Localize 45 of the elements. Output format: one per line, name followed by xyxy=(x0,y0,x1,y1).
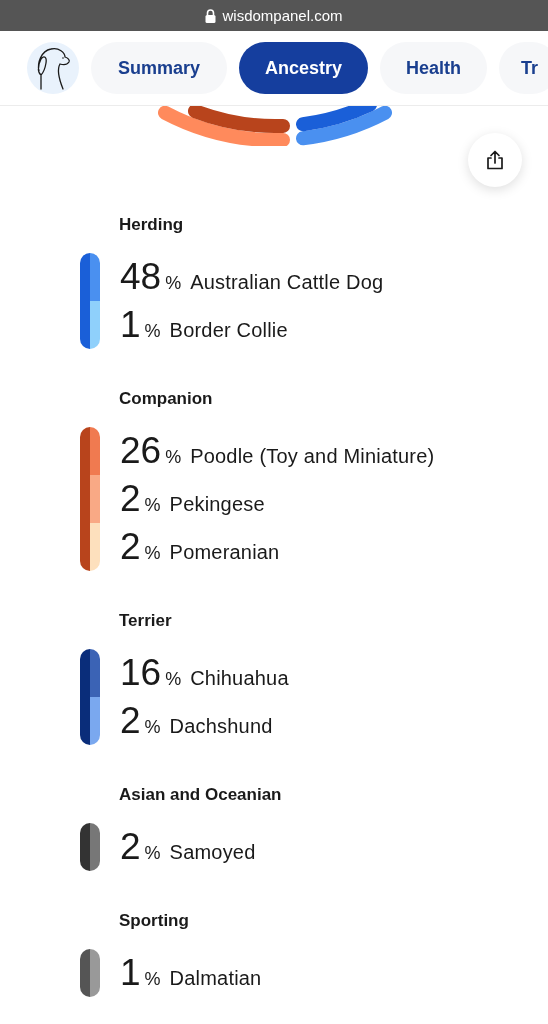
percent-value: 1 xyxy=(120,951,141,995)
nav-tab[interactable]: Tr xyxy=(499,42,548,94)
address-bar[interactable]: wisdompanel.com xyxy=(0,0,548,31)
group-title: Sporting xyxy=(119,910,190,932)
percent-sign: % xyxy=(144,543,161,564)
percent-sign: % xyxy=(144,717,161,738)
percent-value: 48 xyxy=(120,255,162,299)
share-icon xyxy=(486,150,504,170)
dog-avatar[interactable] xyxy=(27,42,79,94)
percent-value: 2 xyxy=(120,525,141,569)
breed-name: Border Collie xyxy=(169,319,288,342)
percent-value: 2 xyxy=(120,825,141,869)
percent-value: 2 xyxy=(120,477,141,521)
nav-tab[interactable]: Summary xyxy=(91,42,228,94)
breed-color-bar xyxy=(80,949,100,997)
group-title: Companion xyxy=(119,388,214,410)
percent-sign: % xyxy=(165,447,182,468)
breed-name: Dachshund xyxy=(169,715,273,738)
breed-name: Australian Cattle Dog xyxy=(190,271,384,294)
breed-color-bar xyxy=(80,823,100,871)
percent-sign: % xyxy=(165,669,182,690)
percent-sign: % xyxy=(165,273,182,294)
percent-sign: % xyxy=(144,321,161,342)
percent-sign: % xyxy=(144,495,161,516)
percent-value: 16 xyxy=(120,651,162,695)
percent-value: 2 xyxy=(120,699,141,743)
breed-name: Chihuahua xyxy=(190,667,289,690)
nav-tab[interactable]: Ancestry xyxy=(239,42,369,94)
breed-name: Pekingese xyxy=(169,493,265,516)
group-title: Terrier xyxy=(119,610,173,632)
breed-name: Pomeranian xyxy=(169,541,280,564)
group-title: Asian and Oceanian xyxy=(119,784,283,806)
breed-name: Samoyed xyxy=(169,841,256,864)
percent-value: 1 xyxy=(120,303,141,347)
share-button[interactable] xyxy=(468,133,522,187)
nav-tab[interactable]: Health xyxy=(380,42,488,94)
url-text: wisdompanel.com xyxy=(222,7,343,24)
group-title: Herding xyxy=(119,214,185,236)
dog-head-icon xyxy=(35,45,71,91)
percent-sign: % xyxy=(144,969,161,990)
lock-icon xyxy=(205,8,217,23)
percent-sign: % xyxy=(144,843,161,864)
breed-name: Poodle (Toy and Miniature) xyxy=(190,445,435,468)
breed-name: Dalmatian xyxy=(169,967,262,990)
percent-value: 26 xyxy=(120,429,162,473)
